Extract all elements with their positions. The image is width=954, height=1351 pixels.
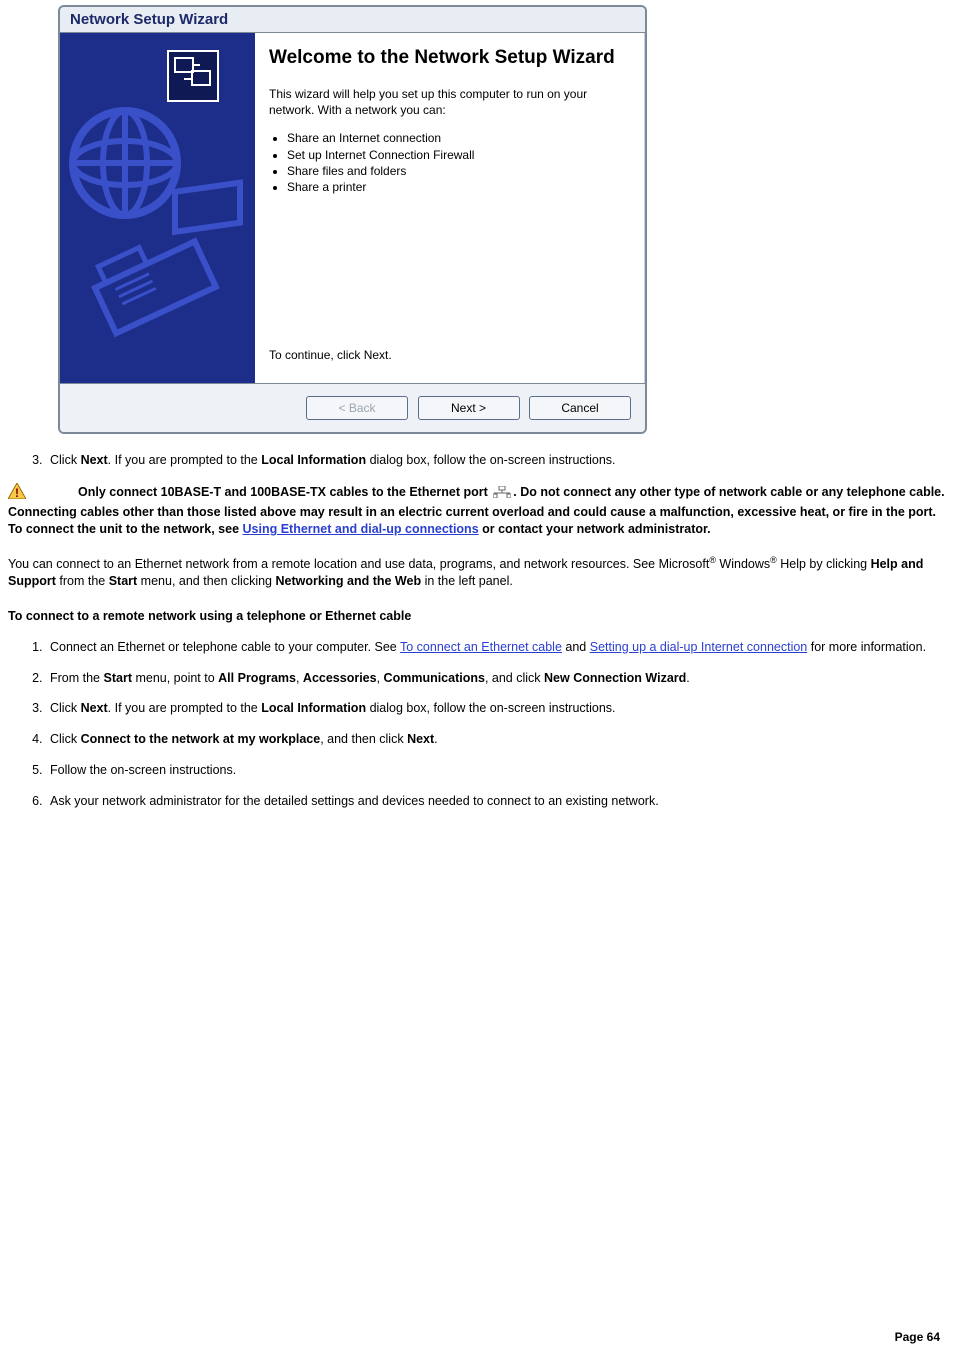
section-heading: To connect to a remote network using a t… [8,608,946,625]
list-item: Share a printer [287,179,627,195]
wizard-main-pane: Welcome to the Network Setup Wizard This… [255,33,645,383]
cancel-button[interactable]: Cancel [529,396,631,420]
remote-step-1: Connect an Ethernet or telephone cable t… [46,639,946,656]
wizard-intro-text: This wizard will help you set up this co… [269,86,627,118]
connect-ethernet-cable-link[interactable]: To connect an Ethernet cable [400,640,562,654]
list-item: Share an Internet connection [287,130,627,146]
remote-step-6: Ask your network administrator for the d… [46,793,946,810]
wizard-button-row: < Back Next > Cancel [60,383,645,432]
dialog-title: Network Setup Wizard [60,7,645,33]
list-item: Share files and folders [287,163,627,179]
remote-step-2: From the Start menu, point to All Progra… [46,670,946,687]
remote-step-5: Follow the on-screen instructions. [46,762,946,779]
next-button[interactable]: Next > [418,396,520,420]
svg-text:!: ! [15,486,19,499]
back-button[interactable]: < Back [306,396,408,420]
instruction-step-3: Click Next. If you are prompted to the L… [46,452,946,469]
dialup-connection-link[interactable]: Setting up a dial-up Internet connection [590,640,808,654]
remote-step-4: Click Connect to the network at my workp… [46,731,946,748]
remote-step-3: Click Next. If you are prompted to the L… [46,700,946,717]
document-body: Click Next. If you are prompted to the L… [8,452,946,810]
ethernet-dialup-link[interactable]: Using Ethernet and dial-up connections [243,522,479,536]
wizard-sidebar-graphic [60,33,255,383]
wizard-continue-text: To continue, click Next. [269,347,627,363]
wizard-heading: Welcome to the Network Setup Wizard [269,47,627,70]
wizard-feature-list: Share an Internet connection Set up Inte… [269,130,627,195]
network-setup-wizard-dialog: Network Setup Wizard [58,5,647,434]
ethernet-port-icon [493,486,511,503]
warning-block: ! Only connect 10BASE-T and 100BASE-TX c… [8,483,946,538]
warning-icon: ! [8,483,26,504]
help-paragraph: You can connect to an Ethernet network f… [8,554,946,590]
list-item: Set up Internet Connection Firewall [287,147,627,163]
page-number: Page 64 [895,1329,940,1345]
